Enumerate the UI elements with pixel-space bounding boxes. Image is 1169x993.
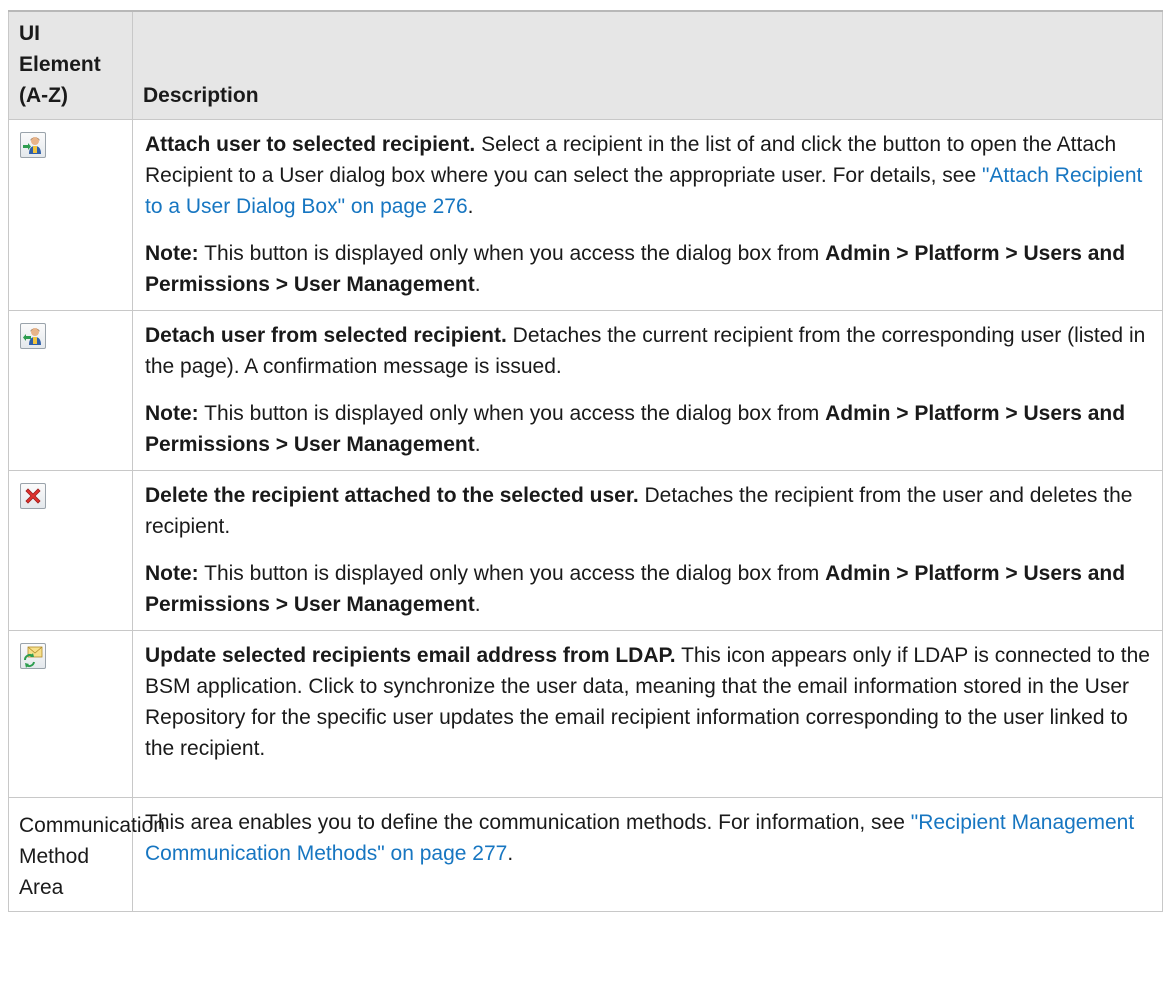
ui-element-cell	[8, 119, 133, 311]
table-row: Communication Method Area This area enab…	[8, 797, 1163, 912]
description-text: Attach user to selected recipient. Selec…	[145, 133, 1143, 218]
ui-elements-table: UI Element (A-Z) Description Attach user…	[8, 10, 1163, 912]
description-cell: Attach user to selected recipient. Selec…	[132, 119, 1163, 311]
ui-element-cell: Communication Method Area	[8, 797, 165, 912]
description-cell: Delete the recipient attached to the sel…	[132, 470, 1163, 631]
table-row: Attach user to selected recipient. Selec…	[8, 119, 1163, 311]
table-row: Update selected recipients email address…	[8, 630, 1163, 798]
description-cell: Update selected recipients email address…	[132, 630, 1163, 798]
note-text: Note: This button is displayed only when…	[145, 402, 1126, 456]
ldap-sync-email-icon	[20, 643, 46, 669]
row-title: Detach user from selected recipient.	[145, 324, 507, 347]
description-text: This area enables you to define the comm…	[145, 811, 1135, 865]
detach-user-icon	[20, 323, 46, 349]
ui-element-cell	[8, 470, 133, 631]
description-text: Delete the recipient attached to the sel…	[145, 484, 1133, 538]
column-header-ui-element: UI Element (A-Z)	[8, 10, 133, 120]
row-title: Update selected recipients email address…	[145, 644, 676, 667]
description-text: Detach user from selected recipient. Det…	[145, 324, 1146, 378]
row-title: Delete the recipient attached to the sel…	[145, 484, 639, 507]
description-cell: This area enables you to define the comm…	[132, 797, 1163, 912]
ui-element-cell	[8, 310, 133, 471]
note-text: Note: This button is displayed only when…	[145, 242, 1126, 296]
page: UI Element (A-Z) Description Attach user…	[0, 0, 1169, 993]
attach-user-icon	[20, 132, 46, 158]
table-header-row: UI Element (A-Z) Description	[8, 10, 1163, 120]
column-header-description: Description	[132, 10, 1163, 120]
table-row: Delete the recipient attached to the sel…	[8, 470, 1163, 631]
description-cell: Detach user from selected recipient. Det…	[132, 310, 1163, 471]
note-text: Note: This button is displayed only when…	[145, 562, 1126, 616]
row-title: Attach user to selected recipient.	[145, 133, 476, 156]
table-row: Detach user from selected recipient. Det…	[8, 310, 1163, 471]
ui-element-cell	[8, 630, 133, 798]
delete-icon	[20, 483, 46, 509]
description-text: Update selected recipients email address…	[145, 644, 1150, 760]
